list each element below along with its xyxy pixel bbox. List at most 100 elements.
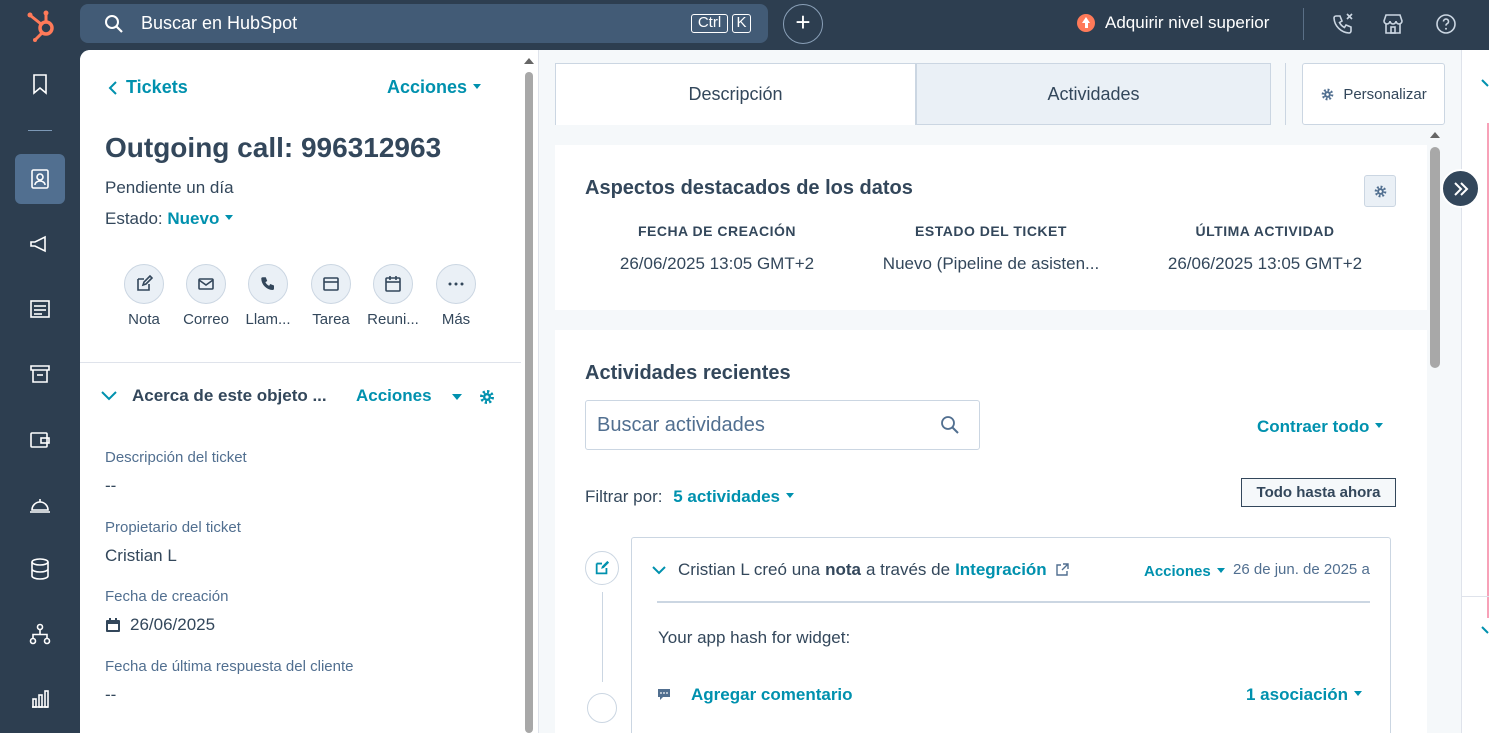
activity-body: Your app hash for widget:	[658, 628, 851, 647]
field-value-create-date: 26/06/2025	[130, 615, 216, 634]
upgrade-arrow-icon	[1077, 14, 1095, 32]
all-time-button[interactable]: Todo hasta ahora	[1241, 478, 1396, 507]
section-divider	[80, 362, 521, 363]
activity-via: a través de	[865, 560, 951, 579]
marketplace-icon[interactable]	[1381, 12, 1405, 36]
chevron-down-icon	[101, 391, 117, 401]
automation-workflow-icon[interactable]	[28, 622, 52, 646]
highlight-key: ESTADO DEL TICKET	[915, 223, 1067, 239]
about-section-toggle[interactable]: Acerca de este objeto ...	[100, 386, 327, 406]
collapse-all-label: Contraer todo	[1257, 417, 1370, 436]
left-panel-scrollbar[interactable]	[521, 50, 539, 733]
upgrade-label: Adquirir nivel superior	[1105, 13, 1270, 32]
content-scrollbar[interactable]	[1427, 125, 1445, 733]
bookmark-icon[interactable]	[28, 72, 52, 96]
scroll-up-arrow-icon[interactable]	[1430, 132, 1440, 138]
activity-type: nota	[825, 560, 861, 579]
collapse-all-dropdown[interactable]: Contraer todo	[1257, 417, 1384, 437]
top-navigation-bar: Buscar en HubSpot Ctrl K + Adquirir nive…	[0, 0, 1489, 50]
quick-action-call[interactable]: Llam...	[232, 264, 304, 328]
caret-down-icon	[785, 493, 794, 499]
timeline-line	[602, 592, 603, 682]
marketing-megaphone-icon[interactable]	[28, 232, 52, 256]
filter-value: 5 actividades	[673, 487, 780, 506]
quick-action-label: Más	[441, 311, 471, 328]
content-icon[interactable]	[28, 297, 52, 321]
chevron-down-icon[interactable]	[1480, 625, 1489, 635]
customize-button[interactable]: Personalizar	[1302, 63, 1445, 125]
activity-actions-dropdown[interactable]: Acciones	[1144, 563, 1225, 580]
quick-action-meeting[interactable]: Reuni...	[357, 264, 429, 328]
highlight-key: FECHA DE CREACIÓN	[637, 223, 797, 239]
quick-action-more[interactable]: Más	[420, 264, 492, 328]
contacts-icon[interactable]	[28, 167, 52, 191]
task-icon	[311, 264, 351, 304]
payments-wallet-icon[interactable]	[28, 427, 52, 451]
right-panel-divider	[1462, 596, 1489, 597]
note-timeline-icon	[585, 551, 619, 585]
about-section-title: Acerca de este objeto ...	[132, 386, 327, 405]
field-value-last-reply[interactable]: --	[105, 685, 116, 705]
settings-gear-icon[interactable]	[478, 388, 496, 406]
left-navigation	[0, 50, 80, 733]
chevron-left-icon	[108, 80, 117, 95]
data-highlights-card: Aspectos destacados de los datos FECHA D…	[555, 145, 1427, 310]
status-label: Estado:	[105, 209, 163, 228]
chevron-down-icon[interactable]	[1480, 78, 1489, 88]
record-actions-dropdown[interactable]: Acciones	[387, 77, 482, 98]
caret-down-icon[interactable]	[452, 394, 462, 400]
timeline-node	[587, 693, 617, 723]
scroll-up-arrow-icon[interactable]	[524, 58, 534, 64]
activity-search-input[interactable]	[586, 401, 936, 449]
highlights-settings-button[interactable]	[1364, 175, 1396, 207]
reports-chart-icon[interactable]	[28, 687, 52, 711]
field-label-last-reply: Fecha de última respuesta del cliente	[105, 658, 354, 675]
highlight-ticket-status: ESTADO DEL TICKET Nuevo (Pipeline de asi…	[861, 223, 1121, 274]
service-bell-icon[interactable]	[28, 492, 52, 516]
activity-search-box	[585, 400, 980, 450]
field-value-owner[interactable]: Cristian L	[105, 546, 177, 566]
activity-source-link[interactable]: Integración	[955, 560, 1047, 580]
nav-divider	[28, 130, 52, 131]
data-database-icon[interactable]	[28, 557, 52, 581]
associations-label: 1 asociación	[1246, 685, 1349, 704]
filter-label: Filtrar por:	[585, 487, 663, 506]
highlight-key: ÚLTIMA ACTIVIDAD	[1195, 223, 1335, 239]
settings-gear-icon	[1374, 185, 1386, 197]
external-link-icon[interactable]	[1055, 563, 1069, 577]
commerce-store-icon[interactable]	[28, 362, 52, 386]
expand-sidebar-button[interactable]	[1441, 169, 1480, 208]
field-label-description: Descripción del ticket	[105, 449, 247, 466]
filter-activities-dropdown[interactable]: 5 actividades	[673, 487, 794, 506]
scrollbar-thumb[interactable]	[525, 72, 533, 733]
caret-down-icon	[1216, 567, 1225, 573]
customize-label: Personalizar	[1343, 85, 1427, 103]
scrollbar-thumb[interactable]	[1430, 147, 1440, 368]
back-to-tickets-link[interactable]: Tickets	[108, 77, 188, 98]
calling-icon[interactable]	[1331, 12, 1355, 36]
hubspot-logo-icon[interactable]	[24, 6, 60, 42]
field-value-create-date-row[interactable]: 26/06/2025	[105, 615, 215, 635]
phone-icon	[248, 264, 288, 304]
upgrade-button[interactable]: Adquirir nivel superior	[1077, 11, 1269, 35]
highlight-value: Nuevo (Pipeline de asisten...	[882, 254, 1100, 273]
activity-header[interactable]: Cristian L creó una nota a través de Int…	[652, 560, 1069, 580]
global-search-bar[interactable]: Buscar en HubSpot Ctrl K	[80, 4, 768, 43]
search-icon[interactable]	[940, 415, 960, 435]
status-dropdown[interactable]: Nuevo	[167, 209, 234, 228]
record-title: Outgoing call: 996312963	[105, 132, 442, 163]
help-icon[interactable]	[1434, 12, 1458, 36]
quick-action-label: Llam...	[245, 311, 291, 328]
field-value-description[interactable]: --	[105, 476, 116, 496]
add-comment-button[interactable]: Agregar comentario	[657, 685, 853, 705]
tab-activities[interactable]: Actividades	[916, 63, 1271, 125]
caret-down-icon	[1354, 691, 1363, 697]
about-actions-link[interactable]: Acciones	[356, 386, 432, 406]
associations-dropdown[interactable]: 1 asociación	[1246, 685, 1363, 705]
note-icon	[595, 560, 610, 575]
global-search-placeholder: Buscar en HubSpot	[141, 13, 298, 33]
create-new-button[interactable]: +	[783, 4, 823, 44]
tab-description[interactable]: Descripción	[555, 63, 916, 125]
topbar-divider	[1303, 8, 1304, 40]
activity-divider	[657, 601, 1370, 603]
